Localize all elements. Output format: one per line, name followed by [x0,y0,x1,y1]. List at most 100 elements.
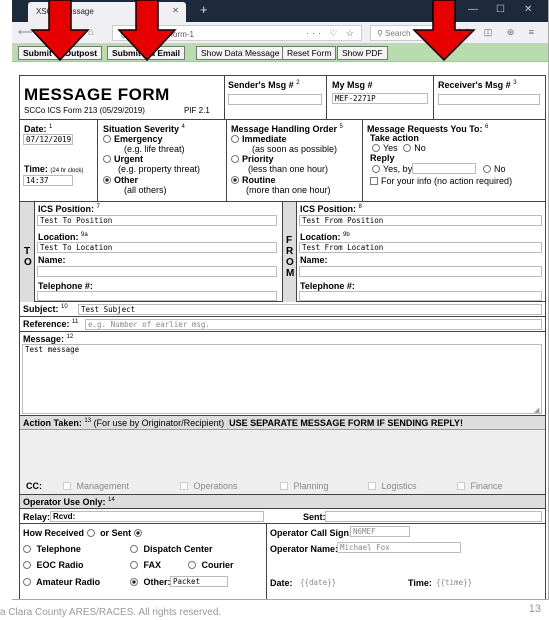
reply-by-field[interactable] [412,163,476,174]
sent-field[interactable] [325,511,542,522]
other-radio [103,176,111,184]
to-ics-field[interactable]: Test To Position [37,215,277,226]
telephone-radio [23,545,31,553]
take-action-label: Take action [370,133,419,143]
emergency-note: (e.g. life threat) [124,144,185,154]
reply-yes-radio [372,165,380,173]
form-title: MESSAGE FORM [24,85,170,104]
amateur-radio-radio [23,578,31,586]
senders-msg-field[interactable] [228,94,322,105]
show-pdf-button[interactable]: Show PDF [337,46,388,60]
from-letter-o: O [286,257,294,268]
method-courier[interactable]: Courier [188,560,234,570]
receivers-msg-label: Receiver's Msg # 3 [438,80,517,90]
reply-no-radio [483,165,491,173]
severity-urgent[interactable]: Urgent [103,154,143,164]
cc-management-checkbox [63,482,71,490]
operator-name-field[interactable]: Michael Fox [337,542,461,553]
handling-routine[interactable]: Routine [231,175,276,185]
reply-label: Reply [370,153,395,163]
fyi-checkbox [370,177,378,185]
cc-label: CC: [26,481,42,491]
method-telephone[interactable]: Telephone [23,544,81,554]
from-name-field[interactable] [299,266,542,277]
how-received-label: How Received or Sent [23,528,145,538]
new-tab-icon[interactable]: + [200,2,208,17]
reply-yes-by[interactable]: Yes, by [372,164,412,174]
red-arrow-icon-right [412,0,476,62]
maximize-icon[interactable]: ☐ [496,4,505,15]
action-taken-text: Action Taken: 13 (For use by Originator/… [23,418,464,428]
receivers-msg-field[interactable] [438,94,540,105]
eoc-radio [23,561,31,569]
url-actions[interactable]: ··· ♡ ☆ [306,28,357,39]
take-action-no-radio [403,144,412,152]
method-amateur[interactable]: Amateur Radio [23,577,100,587]
to-from-section: T O ICS Position: 7 Test To Position Loc… [20,202,545,302]
from-location-field[interactable]: Test From Location [299,242,542,253]
cc-operations[interactable]: Operations [180,481,238,491]
op-date-value: {{date}} [300,578,337,587]
cc-planning[interactable]: Planning [280,481,329,491]
handling-priority[interactable]: Priority [231,154,274,164]
pif-version: PIF 2.1 [184,106,210,115]
action-taken-area[interactable] [20,430,545,482]
priority-note: (less than one hour) [248,164,329,174]
to-letter-t: T [24,246,31,257]
sent-radio[interactable] [133,529,142,537]
cc-row: CC: Management Operations Planning Logis… [20,477,545,495]
search-placeholder: Search [385,29,411,38]
cc-management[interactable]: Management [63,481,129,491]
immediate-note: (as soon as possible) [252,144,338,154]
severity-label: Situation Severity 4 [103,124,185,134]
other-method-field[interactable]: Packet [170,576,228,587]
show-data-message-button[interactable]: Show Data Message [196,46,285,60]
handling-immediate[interactable]: Immediate [231,134,287,144]
red-arrow-icon-email [117,0,177,62]
to-telephone-field[interactable] [37,291,277,301]
other-method-radio [130,578,138,586]
op-date-label: Date: [270,578,293,588]
method-eoc[interactable]: EOC Radio [23,560,84,570]
call-sign-label: Operator Call Sign: [270,528,353,538]
subject-row: Subject: 10 Test Subject [20,302,545,317]
date-label: Date: 1 [24,124,53,134]
take-action-options[interactable]: Yes No [372,143,426,153]
to-name-field[interactable] [37,266,277,277]
priority-radio [231,155,239,163]
method-dispatch[interactable]: Dispatch Center [130,544,213,554]
cc-finance[interactable]: Finance [457,481,503,491]
severity-other[interactable]: Other [103,175,138,185]
page-margin [12,62,548,75]
from-ics-field[interactable]: Test From Position [299,215,542,226]
from-letter-r: R [286,246,294,257]
to-ics-label: ICS Position: 7 [38,204,100,214]
method-fax[interactable]: FAX [130,560,161,570]
routine-note: (more than one hour) [246,185,331,195]
reference-field[interactable]: e.g. Number of earlier msg. [85,319,542,330]
reset-form-button[interactable]: Reset Form [282,46,337,60]
subject-field[interactable]: Test Subject [78,304,542,315]
browser-window: XSC... Message✕ + — ☐ ✕ ⟵ ⟶ ⌂ ⓘ0.1:56003… [12,0,549,600]
my-msg-field[interactable]: MEF-2271P [332,93,428,104]
severity-emergency[interactable]: Emergency [103,134,163,144]
op-time-label: Time: [408,578,432,588]
rcvd-field[interactable]: Rcvd: [50,511,264,522]
from-letter-m: M [286,268,295,279]
call-sign-field[interactable]: N6MEF [350,526,410,537]
resize-handle-icon[interactable]: ◢ [534,406,539,414]
slide-footer: a Clara County ARES/RACES. All rights re… [0,607,222,618]
cc-logistics[interactable]: Logistics [368,481,417,491]
reply-no[interactable]: No [483,164,506,174]
method-other[interactable]: Other: [130,577,171,587]
time-field[interactable]: 14:37 [23,175,73,186]
close-window-icon[interactable]: ✕ [524,4,532,15]
date-field[interactable]: 07/12/2019 [23,134,73,145]
from-telephone-field[interactable] [299,291,542,301]
form-header: MESSAGE FORM SCCo ICS Form 213 (05/29/20… [20,76,545,120]
message-textarea[interactable]: Test message [22,344,542,414]
received-radio[interactable] [86,529,95,537]
time-label: Time: (24 hr clock) [24,164,84,174]
to-location-field[interactable]: Test To Location [37,242,277,253]
fyi-option[interactable]: For your info (no action required) [370,176,512,186]
